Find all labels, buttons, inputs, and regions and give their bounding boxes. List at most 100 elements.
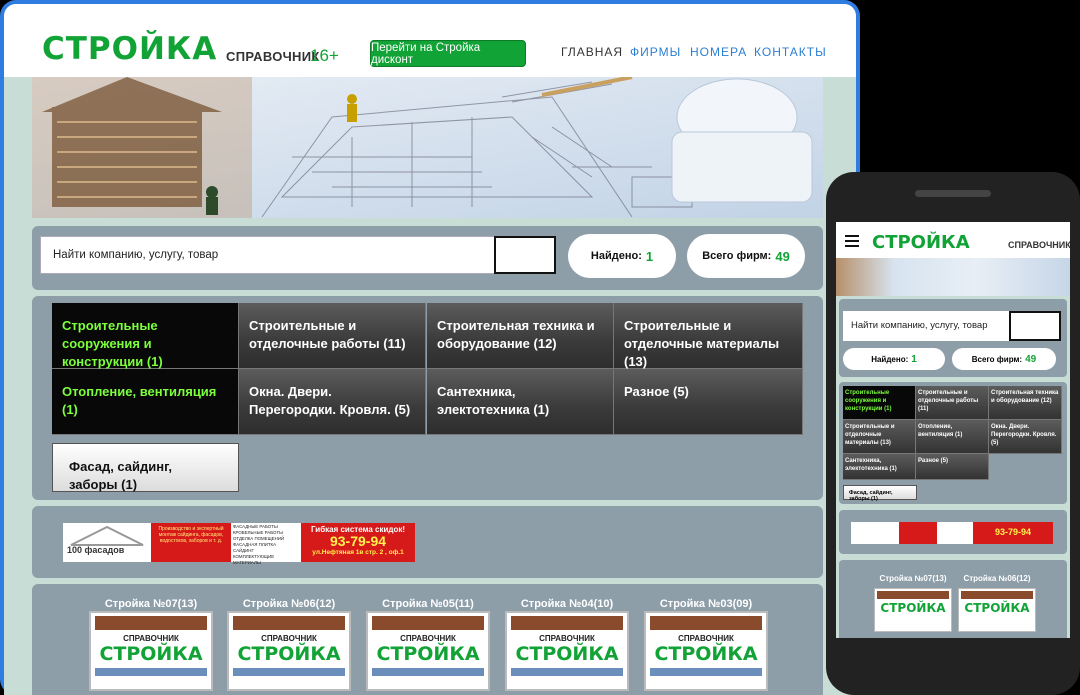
search-input[interactable]: Найти компанию, услугу, товар — [40, 236, 556, 274]
issue-title[interactable]: Стройка №06(12) — [227, 598, 351, 610]
mobile-category-structures[interactable]: Строительные сооружения и конструкции (1… — [843, 386, 916, 420]
found-label: Найдено: — [590, 250, 642, 262]
phone-screen: СТРОЙКА СПРАВОЧНИК Найти компанию, услуг… — [836, 222, 1070, 638]
mobile-categories-panel: Строительные сооружения и конструкции (1… — [839, 382, 1067, 504]
ad-tagline: Производство и экспертный монтаж сайдинг… — [151, 523, 231, 562]
hamburger-menu-icon[interactable] — [845, 235, 859, 247]
found-value: 1 — [911, 353, 917, 365]
ad-phone: 93-79-94 — [329, 533, 387, 549]
issue-title[interactable]: Стройка №07(13) — [89, 598, 213, 610]
found-counter: Найдено: 1 — [568, 234, 676, 278]
phone-speaker — [915, 190, 991, 197]
category-misc[interactable]: Разное (5) — [614, 369, 803, 435]
category-machinery[interactable]: Строительная техника и оборудование (12) — [427, 303, 614, 369]
cover-title: СТРОЙКА — [515, 643, 619, 665]
ad-contact-block: Гибкая система скидок! 93-79-94 ул.Нефтя… — [301, 523, 415, 562]
issues-panel: Стройка №07(13) Стройка №06(12) Стройка … — [32, 584, 823, 695]
desktop-frame: СТРОЙКА СПРАВОЧНИК 16+ Перейти на Стройк… — [0, 0, 860, 695]
mobile-category-heating[interactable]: Отопление, вентиляция (1) — [916, 420, 989, 454]
mobile-issues-panel: Стройка №07(13) Стройка №06(12) СТРОЙКА … — [839, 560, 1067, 638]
nav-firms[interactable]: ФИРМЫ — [630, 45, 681, 59]
mobile-issue-title[interactable]: Стройка №07(13) — [872, 574, 954, 583]
mobile-hero-banner — [836, 258, 1070, 296]
mobile-category-works[interactable]: Строительные и отделочные работы (11) — [916, 386, 989, 420]
cover-strip — [233, 668, 345, 676]
desktop-viewport: СТРОЙКА СПРАВОЧНИК 16+ Перейти на Стройк… — [4, 4, 856, 695]
issue-cover[interactable]: СПРАВОЧНИК СТРОЙКА — [505, 611, 629, 691]
mobile-header: СТРОЙКА СПРАВОЧНИК — [836, 222, 1070, 258]
mobile-category-plumbing[interactable]: Сантехника, электотехника (1) — [843, 454, 916, 480]
category-works[interactable]: Строительные и отделочные работы (11) — [239, 303, 426, 369]
mobile-category-machinery[interactable]: Строительная техника и оборудование (12) — [989, 386, 1062, 420]
mobile-ad-banner[interactable]: 93-79-94 — [851, 522, 1053, 544]
mobile-logo[interactable]: СТРОЙКА — [872, 232, 970, 253]
cover-title: СТРОЙКА — [237, 643, 341, 665]
cover-subtitle: СПРАВОЧНИК — [539, 634, 595, 643]
mobile-category-facade[interactable]: Фасад, сайдинг, заборы (1) — [843, 485, 917, 502]
total-label: Всего фирм: — [971, 354, 1023, 364]
mobile-search-panel: Найти компанию, услугу, товар Найдено: 1 … — [839, 299, 1067, 377]
mobile-ad-panel: 93-79-94 — [839, 510, 1067, 554]
cover-strip — [95, 668, 207, 676]
mobile-found-counter: Найдено: 1 — [843, 348, 945, 370]
found-label: Найдено: — [871, 354, 909, 364]
site-header: СТРОЙКА СПРАВОЧНИК 16+ Перейти на Стройк… — [4, 4, 856, 77]
nav-contacts[interactable]: КОНТАКТЫ — [754, 45, 827, 59]
issue-title[interactable]: Стройка №03(09) — [644, 598, 768, 610]
category-windows[interactable]: Окна. Двери. Перегородки. Кровля. (5) — [239, 369, 426, 435]
category-facade[interactable]: Фасад, сайдинг, заборы (1) — [52, 443, 239, 492]
cover-strip — [233, 616, 345, 630]
cover-subtitle: СПРАВОЧНИК — [678, 634, 734, 643]
issue-title[interactable]: Стройка №05(11) — [366, 598, 490, 610]
nav-home[interactable]: ГЛАВНАЯ — [561, 45, 623, 59]
blueprint-illustration — [32, 77, 823, 218]
category-plumbing[interactable]: Сантехника, электотехника (1) — [427, 369, 614, 435]
phone-frame: СТРОЙКА СПРАВОЧНИК Найти компанию, услуг… — [826, 172, 1080, 695]
category-heating[interactable]: Отопление, вентиляция (1) — [52, 369, 239, 435]
mobile-search-button[interactable] — [1009, 311, 1061, 341]
cover-strip — [650, 668, 762, 676]
mobile-issue-title[interactable]: Стройка №06(12) — [956, 574, 1038, 583]
cover-strip — [372, 616, 484, 630]
total-firms-counter: Всего фирм: 49 — [687, 234, 805, 278]
mobile-search-input[interactable]: Найти компанию, услугу, товар — [843, 311, 1011, 341]
cover-strip — [650, 616, 762, 630]
house-icon — [70, 525, 144, 546]
mobile-category-materials[interactable]: Строительные и отделочные материалы (13) — [843, 420, 916, 454]
categories-panel: Строительные сооружения и конструкции (1… — [32, 296, 823, 500]
nav-issues[interactable]: НОМЕРА — [690, 45, 747, 59]
cover-subtitle: СПРАВОЧНИК — [261, 634, 317, 643]
total-value: 49 — [775, 248, 790, 264]
cover-subtitle: СПРАВОЧНИК — [123, 634, 179, 643]
search-button[interactable] — [494, 236, 556, 274]
category-structures[interactable]: Строительные сооружения и конструкции (1… — [52, 303, 239, 369]
issue-cover[interactable]: СПРАВОЧНИК СТРОЙКА — [227, 611, 351, 691]
mobile-total-counter: Всего фирм: 49 — [952, 348, 1056, 370]
issue-cover[interactable]: СПРАВОЧНИК СТРОЙКА — [644, 611, 768, 691]
issue-cover[interactable]: СПРАВОЧНИК СТРОЙКА — [89, 611, 213, 691]
hero-banner — [32, 77, 823, 218]
issue-title[interactable]: Стройка №04(10) — [505, 598, 629, 610]
issue-cover[interactable]: СПРАВОЧНИК СТРОЙКА — [366, 611, 490, 691]
cover-strip — [511, 616, 623, 630]
logo-subtitle: СПРАВОЧНИК — [226, 49, 320, 64]
ad-banner[interactable]: 100 фасадов Производство и экспертный мо… — [63, 523, 415, 565]
ad-panel: 100 фасадов Производство и экспертный мо… — [32, 506, 823, 578]
cover-strip — [95, 616, 207, 630]
mobile-cover-title: СТРОЙКА — [964, 601, 1030, 615]
mobile-category-windows[interactable]: Окна. Двери. Перегородки. Кровля. (5) — [989, 420, 1062, 454]
mobile-issue-cover[interactable]: СТРОЙКА — [874, 588, 952, 632]
ad-service: КОМПЛЕКТУЮЩИЕ МАТЕРИАЛЫ — [233, 554, 275, 565]
category-materials[interactable]: Строительные и отделочные материалы (13) — [614, 303, 803, 369]
mobile-issue-cover[interactable]: СТРОЙКА — [958, 588, 1036, 632]
cover-title: СТРОЙКА — [654, 643, 758, 665]
mobile-category-misc[interactable]: Разное (5) — [916, 454, 989, 480]
age-rating: 16+ — [310, 46, 339, 65]
cover-title: СТРОЙКА — [99, 643, 203, 665]
mobile-logo-subtitle: СПРАВОЧНИК — [1008, 240, 1070, 250]
ad-services-list: ФАСАДНЫЕ РАБОТЫ КРОВЕЛЬНЫЕ РАБОТЫ ОТДЕЛК… — [231, 523, 301, 565]
total-value: 49 — [1025, 353, 1037, 365]
site-logo[interactable]: СТРОЙКА — [42, 34, 217, 65]
discount-button[interactable]: Перейти на Стройка дисконт — [370, 40, 526, 67]
mobile-ad-phone: 93-79-94 — [973, 522, 1053, 544]
